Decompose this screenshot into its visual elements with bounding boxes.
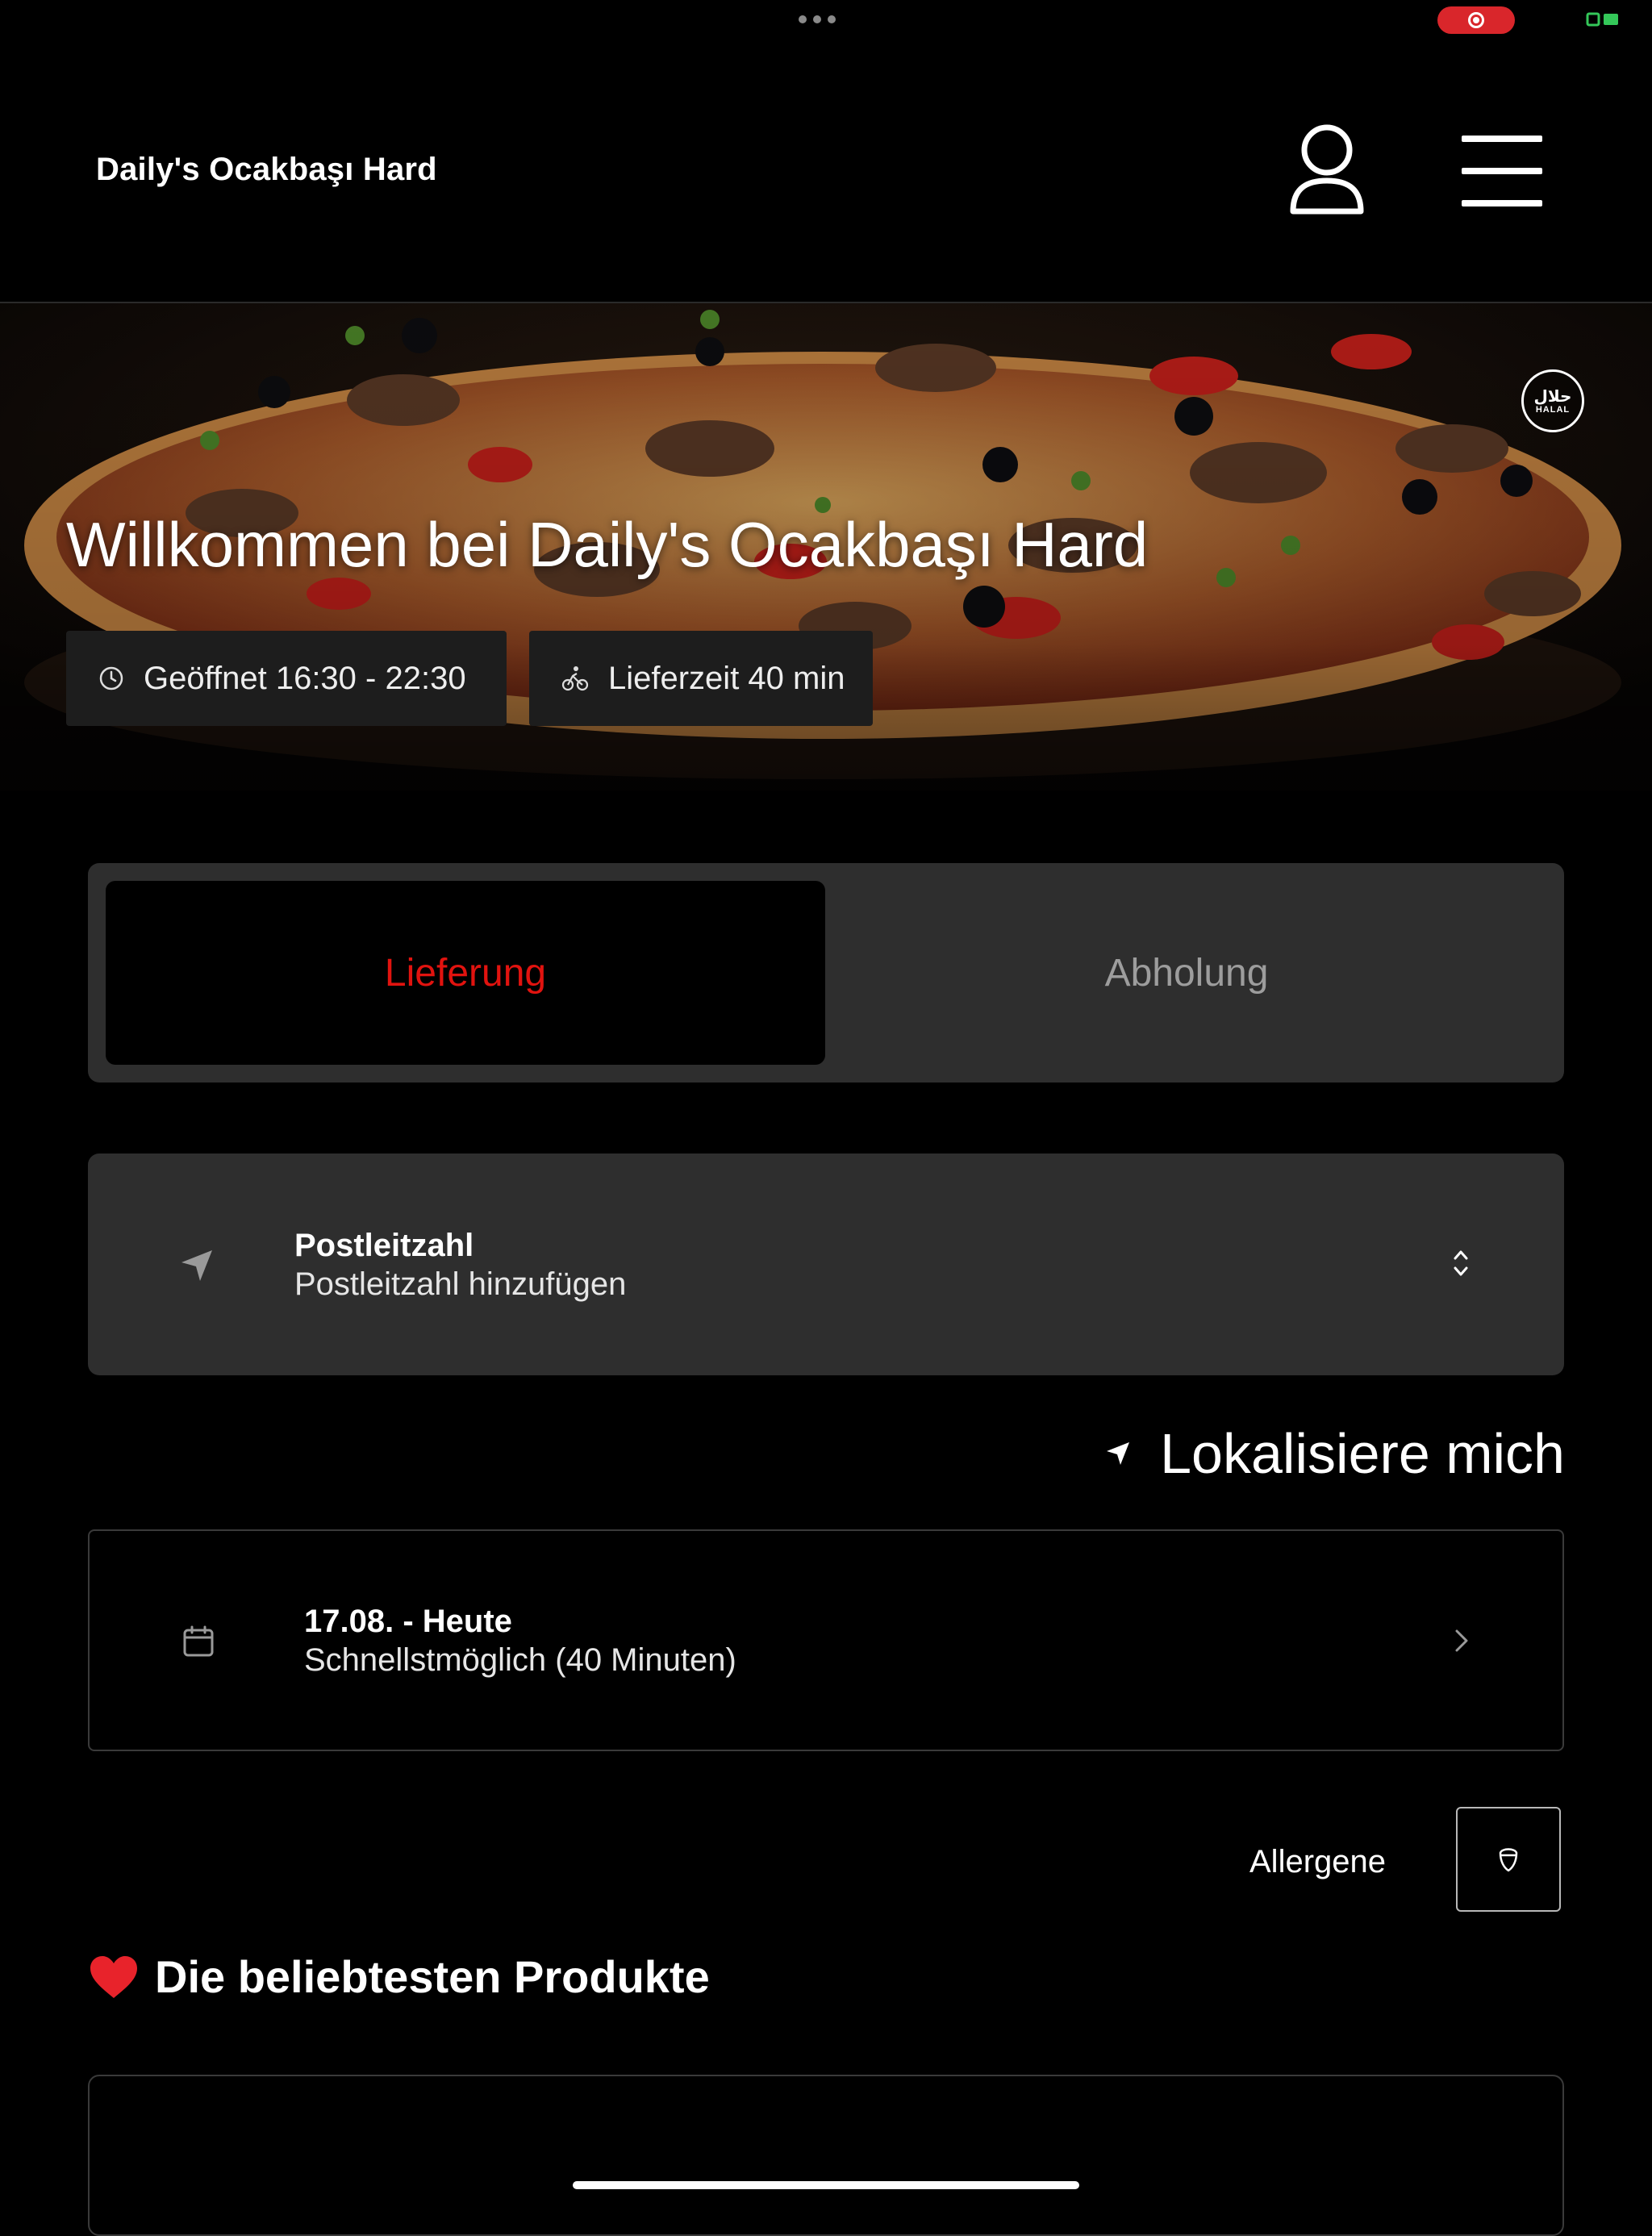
order-type-toggle: Lieferung Abholung <box>88 863 1564 1083</box>
user-icon <box>1290 124 1364 215</box>
postal-code-title: Postleitzahl <box>294 1228 474 1263</box>
chevron-up-down-icon <box>1454 1250 1468 1276</box>
screen-recording-indicator[interactable] <box>1437 6 1515 34</box>
chevron-right-icon <box>1455 1629 1468 1652</box>
halal-badge: حلال HALAL <box>1521 369 1584 432</box>
delivery-time-selector[interactable]: 17.08. - Heute Schnellstmöglich (40 Minu… <box>88 1529 1564 1751</box>
menu-icon-bar <box>1462 200 1542 206</box>
home-indicator[interactable] <box>573 2181 1079 2189</box>
heart-icon <box>90 1955 137 1998</box>
tab-delivery[interactable]: Lieferung <box>106 881 825 1065</box>
restaurant-name[interactable]: Daily's Ocakbaşı Hard <box>96 152 437 188</box>
menu-icon-bar <box>1462 136 1542 142</box>
delivery-time-option: Schnellstmöglich (40 Minuten) <box>304 1642 736 1678</box>
allergens-button[interactable] <box>1456 1807 1561 1912</box>
tab-pickup[interactable]: Abholung <box>827 881 1546 1065</box>
delivery-date: 17.08. - Heute <box>304 1604 512 1639</box>
popular-products-title: Die beliebtesten Produkte <box>155 1951 710 2002</box>
menu-button[interactable] <box>1462 136 1542 206</box>
calendar-icon <box>183 1625 214 1657</box>
welcome-title: Willkommen bei Daily's Ocakbaşı Hard <box>66 509 1149 580</box>
bicycle-icon <box>561 666 589 691</box>
allergen-icon <box>1499 1848 1518 1872</box>
allergens-label: Allergene <box>1249 1844 1387 1879</box>
halal-badge-arabic: حلال <box>1533 386 1572 406</box>
clock-icon <box>99 666 123 690</box>
opening-hours-chip: Geöffnet 16:30 - 22:30 <box>66 631 507 726</box>
product-card[interactable] <box>88 2075 1564 2236</box>
menu-icon-bar <box>1462 168 1542 174</box>
delivery-time-text: Lieferzeit 40 min <box>608 660 845 696</box>
multitasking-dots[interactable] <box>799 13 844 26</box>
battery-icon <box>1586 12 1618 27</box>
location-arrow-icon <box>1107 1442 1130 1465</box>
opening-hours-text: Geöffnet 16:30 - 22:30 <box>144 660 466 696</box>
location-arrow-icon <box>181 1250 212 1281</box>
postal-code-placeholder: Postleitzahl hinzufügen <box>294 1266 627 1302</box>
postal-code-selector[interactable]: Postleitzahl Postleitzahl hinzufügen <box>88 1153 1564 1375</box>
halal-badge-text: HALAL <box>1535 405 1571 415</box>
account-button[interactable] <box>1287 121 1367 221</box>
locate-me-label: Lokalisiere mich <box>1160 1422 1565 1485</box>
popular-products-heading: Die beliebtesten Produkte <box>89 1950 710 2003</box>
delivery-time-chip: Lieferzeit 40 min <box>529 631 873 726</box>
locate-me-button[interactable]: Lokalisiere mich <box>1097 1421 1565 1486</box>
